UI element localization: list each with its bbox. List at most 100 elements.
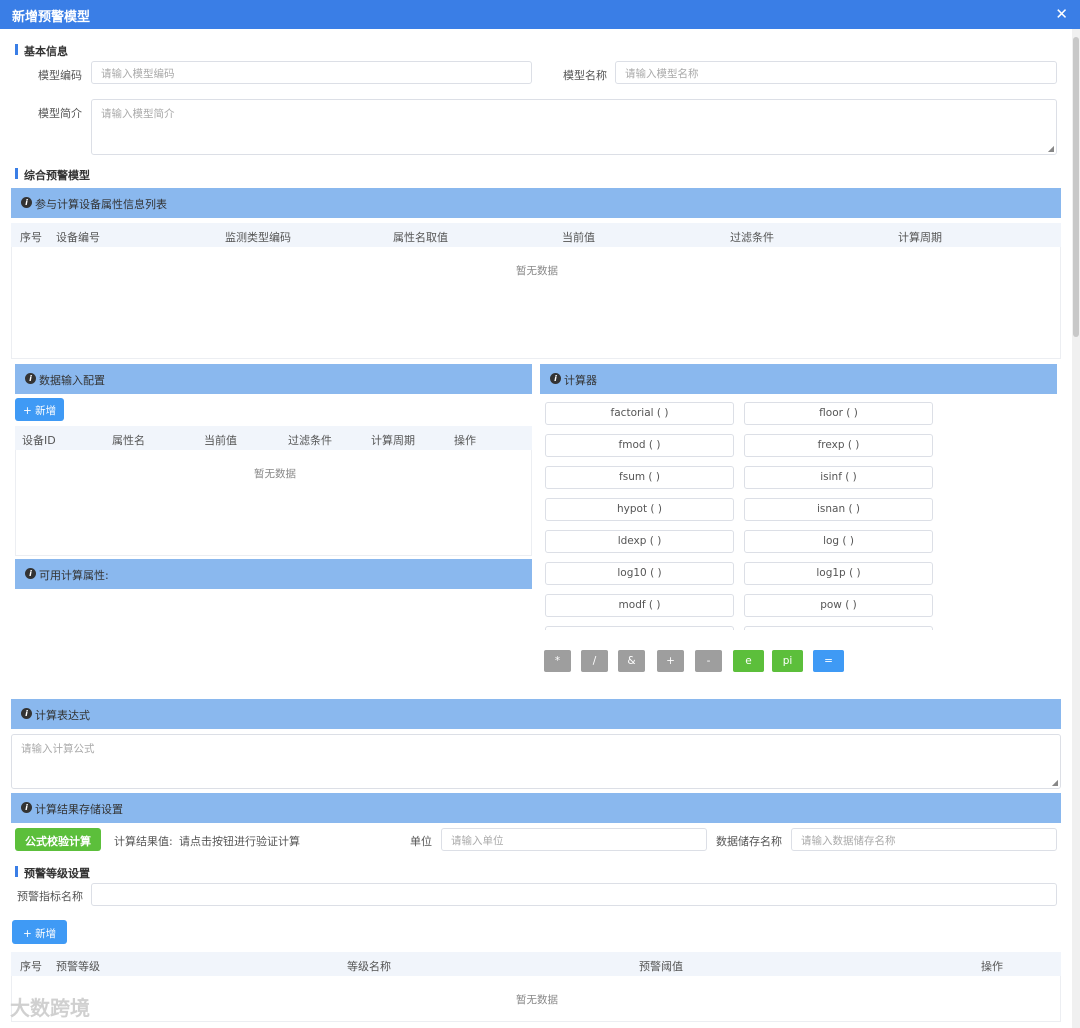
model-code-input[interactable]: 请输入模型编码	[91, 61, 532, 84]
calc-operator-button[interactable]: =	[813, 650, 844, 672]
calc-function-button[interactable]: log10 ( )	[545, 562, 734, 585]
result-label: 计算结果值:	[114, 835, 173, 848]
calc-function-button[interactable]: log ( )	[744, 530, 933, 553]
empty-text: 暂无数据	[254, 468, 296, 480]
store-name-input[interactable]: 请输入数据储存名称	[791, 828, 1057, 851]
device-list-title: 参与计算设备属性信息列表	[35, 198, 167, 211]
calc-function-button[interactable]	[744, 626, 933, 630]
resize-grip-icon[interactable]: ◢	[1052, 778, 1058, 787]
input-config-bar: i 数据输入配置	[15, 364, 532, 394]
col-header: 预警等级	[56, 960, 100, 973]
calc-function-button[interactable]: hypot ( )	[545, 498, 734, 521]
calc-function-button[interactable]: isinf ( )	[744, 466, 933, 489]
calculator-functions: factorial ( ) floor ( ) fmod ( ) frexp ( ) f…	[540, 398, 940, 630]
col-header: 操作	[981, 960, 1003, 973]
calc-function-button[interactable]: frexp ( )	[744, 434, 933, 457]
col-header: 设备ID	[22, 434, 56, 447]
input-config-title: 数据输入配置	[39, 374, 105, 387]
validate-formula-button[interactable]: 公式校验计算	[15, 828, 101, 851]
model-name-label: 模型名称	[563, 69, 607, 82]
empty-text: 暂无数据	[516, 994, 558, 1006]
calc-operator-button[interactable]: /	[581, 650, 608, 672]
col-header: 过滤条件	[288, 434, 332, 447]
col-header: 序号	[20, 231, 42, 244]
expression-textarea[interactable]: 请输入计算公式 ◢	[11, 734, 1061, 789]
expression-placeholder: 请输入计算公式	[21, 743, 95, 755]
indicator-input[interactable]	[91, 883, 1057, 906]
model-desc-placeholder: 请输入模型简介	[101, 108, 175, 120]
col-header: 设备编号	[56, 231, 100, 244]
col-header: 过滤条件	[730, 231, 774, 244]
col-header: 操作	[454, 434, 476, 447]
unit-input[interactable]: 请输入单位	[441, 828, 707, 851]
device-list-bar: i 参与计算设备属性信息列表	[11, 188, 1061, 218]
col-header: 属性名	[112, 434, 145, 447]
calc-function-button[interactable]: log1p ( )	[744, 562, 933, 585]
model-desc-label: 模型简介	[38, 107, 82, 120]
calc-function-button[interactable]: floor ( )	[744, 402, 933, 425]
add-input-button[interactable]: + 新增	[15, 398, 65, 421]
calc-operator-button[interactable]: +	[657, 650, 684, 672]
available-attrs-bar: i 可用计算属性:	[15, 559, 532, 589]
info-icon: i	[21, 708, 32, 719]
expression-title: 计算表达式	[35, 709, 90, 722]
calculator-bar: i 计算器	[540, 364, 1057, 394]
dialog-header: 新增预警模型 ✕	[0, 0, 1080, 29]
input-table-header: 设备ID 属性名 当前值 过滤条件 计算周期 操作	[15, 426, 532, 450]
info-icon: i	[21, 197, 32, 208]
col-header: 序号	[20, 960, 42, 973]
info-icon: i	[21, 802, 32, 813]
section-composite-model: 综合预警模型	[15, 167, 90, 183]
expression-bar: i 计算表达式	[11, 699, 1061, 729]
calculator-title: 计算器	[564, 374, 597, 387]
col-header: 属性名取值	[393, 231, 448, 244]
col-header: 当前值	[562, 231, 595, 244]
info-icon: i	[25, 568, 36, 579]
device-table-header: 序号 设备编号 监测类型编码 属性名取值 当前值 过滤条件 计算周期	[11, 223, 1061, 247]
close-icon[interactable]: ✕	[1055, 5, 1068, 23]
col-header: 预警阈值	[639, 960, 683, 973]
device-table-body: 暂无数据	[11, 247, 1061, 359]
model-name-input[interactable]: 请输入模型名称	[615, 61, 1057, 84]
calc-function-button[interactable]: factorial ( )	[545, 402, 734, 425]
storage-title: 计算结果存储设置	[35, 803, 123, 816]
calc-function-button[interactable]: ldexp ( )	[545, 530, 734, 553]
calc-function-button[interactable]: fmod ( )	[545, 434, 734, 457]
unit-label: 单位	[410, 835, 432, 848]
calc-function-button[interactable]: isnan ( )	[744, 498, 933, 521]
add-level-button[interactable]: + 新增	[12, 920, 68, 944]
col-header: 监测类型编码	[225, 231, 291, 244]
col-header: 计算周期	[371, 434, 415, 447]
calc-function-button[interactable]	[545, 626, 734, 630]
level-table-header: 序号 预警等级 等级名称 预警阈值 操作	[11, 952, 1061, 976]
scrollbar-thumb[interactable]	[1073, 37, 1079, 337]
input-table-body: 暂无数据	[15, 450, 532, 556]
info-icon: i	[25, 373, 36, 384]
dialog-title: 新增预警模型	[12, 10, 91, 25]
store-name-label: 数据储存名称	[716, 835, 782, 848]
calc-function-button[interactable]: modf ( )	[545, 594, 734, 617]
section-warning-level: 预警等级设置	[15, 865, 90, 881]
calc-operator-button[interactable]: -	[695, 650, 722, 672]
model-desc-textarea[interactable]: 请输入模型简介 ◢	[91, 99, 1057, 155]
empty-text: 暂无数据	[516, 265, 558, 277]
calc-function-button[interactable]: fsum ( )	[545, 466, 734, 489]
calc-operator-button[interactable]: &	[618, 650, 645, 672]
section-basic-info: 基本信息	[15, 43, 68, 59]
col-header: 等级名称	[347, 960, 391, 973]
result-hint: 请点击按钮进行验证计算	[179, 835, 300, 848]
storage-bar: i 计算结果存储设置	[11, 793, 1061, 823]
scrollbar[interactable]	[1072, 29, 1080, 1028]
resize-grip-icon[interactable]: ◢	[1048, 144, 1054, 153]
calc-operator-button[interactable]: pi	[772, 650, 803, 672]
level-table-body: 暂无数据	[11, 976, 1061, 1022]
indicator-label: 预警指标名称	[17, 890, 83, 903]
calc-operator-button[interactable]: *	[544, 650, 571, 672]
available-attrs-title: 可用计算属性:	[39, 569, 109, 582]
col-header: 当前值	[204, 434, 237, 447]
info-icon: i	[550, 373, 561, 384]
watermark-logo: 大数跨境	[10, 996, 90, 1020]
calc-operator-button[interactable]: e	[733, 650, 764, 672]
model-code-label: 模型编码	[38, 69, 82, 82]
calc-function-button[interactable]: pow ( )	[744, 594, 933, 617]
